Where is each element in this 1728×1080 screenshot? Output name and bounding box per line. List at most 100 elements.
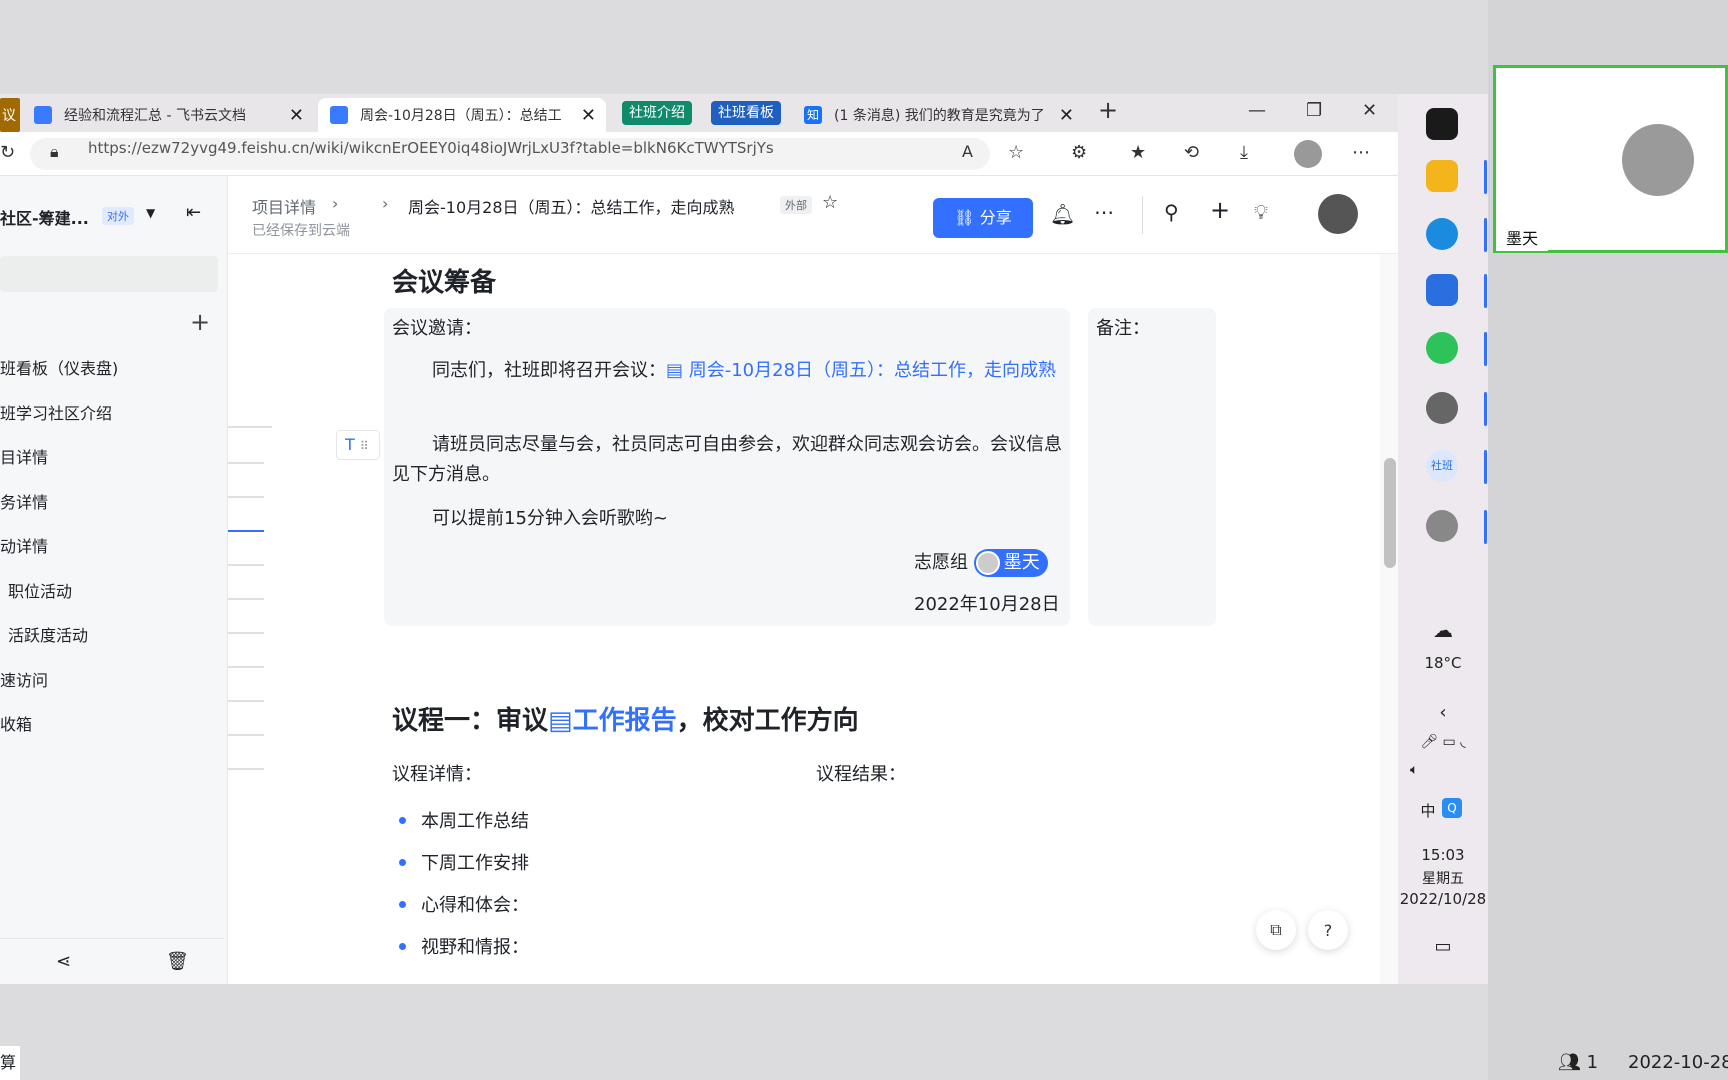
add-favorite-icon[interactable]: ☆ bbox=[1008, 142, 1024, 163]
read-aloud-icon[interactable]: A bbox=[962, 142, 973, 161]
animal-app-icon[interactable] bbox=[1426, 510, 1458, 542]
clock-time[interactable]: 15:03 bbox=[1398, 846, 1488, 864]
sidebar-item-intro[interactable]: 班学习社区介绍 bbox=[0, 400, 112, 424]
close-icon[interactable]: ✕ bbox=[1059, 105, 1074, 126]
space-title[interactable]: 社区-筹建... bbox=[0, 205, 89, 229]
agenda-suffix: ，校对工作方向 bbox=[676, 706, 859, 736]
list-item[interactable]: 视野和情报： bbox=[399, 933, 529, 959]
sidebar-item-quick-access[interactable]: 速访问 bbox=[0, 667, 48, 691]
sidebar-item-task[interactable]: 务详情 bbox=[0, 489, 48, 513]
meeting-panel: 墨天 👥︎ 1 2022-10-28 bbox=[1488, 0, 1728, 1080]
tab-partial[interactable]: 议 bbox=[0, 98, 20, 132]
list-item[interactable]: 下周工作安排 bbox=[399, 849, 529, 875]
outline-marker bbox=[228, 632, 264, 634]
qq-icon[interactable]: Q bbox=[1442, 798, 1462, 818]
agenda-heading[interactable]: 议程一：审议▤工作报告，校对工作方向 bbox=[392, 700, 859, 737]
edge-icon[interactable] bbox=[1426, 218, 1458, 250]
meeting-link[interactable]: 周会-10月28日（周五）：总结工作，走向成熟 bbox=[689, 360, 1056, 381]
add-page-button[interactable]: + bbox=[190, 308, 210, 336]
invite-paragraph[interactable]: 同志们，社班即将召开会议：▤ 周会-10月28日（周五）：总结工作，走向成熟 bbox=[392, 356, 1062, 386]
sidebar-item-activity[interactable]: 动详情 bbox=[0, 533, 48, 557]
chevron-down-icon[interactable]: ▼ bbox=[146, 206, 155, 220]
chevron-left-icon[interactable]: ‹ bbox=[1398, 702, 1488, 723]
tab-shebān-board[interactable]: 社班看板 bbox=[711, 101, 781, 125]
close-icon[interactable]: ✕ bbox=[581, 105, 596, 126]
scrollbar[interactable] bbox=[1380, 254, 1398, 984]
favorites-icon[interactable]: ★ bbox=[1130, 142, 1146, 163]
agenda-result-label[interactable]: 议程结果： bbox=[816, 760, 906, 790]
list-item[interactable]: 心得和体会： bbox=[399, 891, 529, 917]
tab-zhihu[interactable]: 知 (1 条消息) 我们的教育是究竟为了 ✕ bbox=[804, 98, 1084, 132]
link-icon: ⛓︎ bbox=[954, 208, 980, 227]
report-link[interactable]: 工作报告 bbox=[573, 706, 677, 736]
section-heading[interactable]: 会议筹备 bbox=[392, 262, 496, 299]
add-icon[interactable]: + bbox=[1210, 196, 1230, 224]
file-explorer-icon[interactable] bbox=[1426, 160, 1458, 192]
copy-icon[interactable]: ⧉ bbox=[1256, 910, 1296, 950]
minimize-button[interactable]: — bbox=[1248, 100, 1266, 121]
share-button[interactable]: ⛓︎ 分享 bbox=[933, 198, 1033, 238]
tab-experience-docs[interactable]: 经验和流程汇总 - 飞书云文档 ✕ bbox=[34, 98, 314, 132]
feishu-icon[interactable] bbox=[1426, 274, 1458, 306]
collapse-sidebar-icon[interactable]: ⇤ bbox=[186, 202, 201, 223]
history-icon[interactable]: ⟲ bbox=[1184, 142, 1199, 163]
notes-label[interactable]: 备注： bbox=[1096, 314, 1150, 344]
user-avatar[interactable] bbox=[1318, 194, 1358, 234]
profile-avatar[interactable] bbox=[1294, 140, 1322, 168]
sidebar-item-engagement-activity[interactable]: 活跃度活动 bbox=[8, 622, 88, 646]
windows-start-icon[interactable] bbox=[1426, 108, 1458, 140]
tab-shebān-intro[interactable]: 社班介绍 bbox=[622, 101, 692, 125]
more-icon[interactable]: ⋯ bbox=[1352, 142, 1370, 163]
restore-button[interactable]: ❐ bbox=[1306, 100, 1322, 121]
lightbulb-icon[interactable]: 💡︎ bbox=[1254, 200, 1268, 224]
lock-icon[interactable]: 🔒︎ bbox=[50, 142, 59, 162]
clock-weekday[interactable]: 星期五 bbox=[1398, 868, 1488, 888]
sidebar-item-project[interactable]: 目详情 bbox=[0, 444, 48, 468]
new-tab-button[interactable]: + bbox=[1098, 96, 1118, 124]
share-icon[interactable]: ⋖ bbox=[56, 951, 71, 972]
user-mention[interactable]: 墨天 bbox=[973, 549, 1048, 577]
search-icon[interactable]: ⚲ bbox=[1164, 200, 1179, 224]
notification-icon[interactable]: ▭ bbox=[1398, 936, 1488, 957]
drag-icon[interactable]: ⠿ bbox=[360, 439, 369, 453]
outline-marker bbox=[228, 496, 264, 498]
clock-app-icon[interactable] bbox=[1426, 392, 1458, 424]
sidebar-item-dashboard[interactable]: 班看板（仪表盘) bbox=[0, 355, 118, 379]
temperature[interactable]: 18°C bbox=[1398, 654, 1488, 672]
close-window-button[interactable]: ✕ bbox=[1362, 100, 1377, 121]
video-tile[interactable]: 墨天 bbox=[1493, 65, 1728, 253]
invite-label[interactable]: 会议邀请： bbox=[392, 314, 482, 344]
breadcrumb-parent[interactable]: 项目详情 bbox=[252, 194, 316, 218]
music-paragraph[interactable]: 可以提前15分钟入会听歌哟~ bbox=[392, 504, 668, 534]
tab-weekly-meeting[interactable]: 周会-10月28日（周五）：总结工 ✕ bbox=[318, 98, 606, 132]
signature-date[interactable]: 2022年10月28日 bbox=[914, 590, 1060, 620]
star-icon[interactable]: ☆ bbox=[822, 192, 838, 213]
close-icon[interactable]: ✕ bbox=[289, 105, 304, 126]
clock-date[interactable]: 2022/10/28 bbox=[1398, 890, 1488, 908]
trash-icon[interactable]: 🗑︎ bbox=[166, 951, 189, 972]
agenda-details-label[interactable]: 议程详情： bbox=[392, 760, 482, 790]
system-tray-icons[interactable]: 🎤︎ ▭ ◟ bbox=[1398, 734, 1488, 750]
list-item[interactable]: 本周工作总结 bbox=[399, 807, 529, 833]
block-handle[interactable]: T ⠿ bbox=[336, 430, 380, 460]
signature-line[interactable]: 志愿组 墨天 bbox=[914, 548, 1048, 578]
bell-icon[interactable]: 🔔︎ bbox=[1050, 202, 1075, 226]
weather-icon[interactable]: ☁ bbox=[1398, 618, 1488, 642]
sidebar-search[interactable] bbox=[0, 256, 218, 292]
scrollbar-thumb[interactable] bbox=[1384, 458, 1396, 568]
invite-text: 同志们，社班即将召开会议： bbox=[432, 360, 666, 381]
extensions-icon[interactable]: ⚙ bbox=[1071, 142, 1087, 163]
url-text[interactable]: https://ezw72yvg49.feishu.cn/wiki/wikcnE… bbox=[88, 139, 774, 157]
help-icon[interactable]: ? bbox=[1308, 910, 1348, 950]
doc-title[interactable]: 周会-10月28日（周五）：总结工作，走向成熟 bbox=[408, 194, 735, 218]
wechat-icon[interactable] bbox=[1426, 332, 1458, 364]
participant-count[interactable]: 👥︎ 1 bbox=[1558, 1052, 1598, 1073]
more-icon[interactable]: ⋯ bbox=[1094, 200, 1114, 224]
sidebar-item-position-activity[interactable]: 职位活动 bbox=[8, 578, 72, 602]
sidebar-item-inbox[interactable]: 收箱 bbox=[0, 711, 32, 735]
attendance-paragraph[interactable]: 请班员同志尽量与会，社员同志可自由参会，欢迎群众同志观会访会。会议信息见下方消息… bbox=[392, 430, 1062, 490]
refresh-icon[interactable]: ↻ bbox=[0, 142, 15, 163]
volume-icon[interactable]: 🔈︎ bbox=[1398, 762, 1488, 778]
shebān-app-icon[interactable]: 社班 bbox=[1426, 450, 1458, 482]
downloads-icon[interactable]: ⤓ bbox=[1240, 142, 1248, 163]
